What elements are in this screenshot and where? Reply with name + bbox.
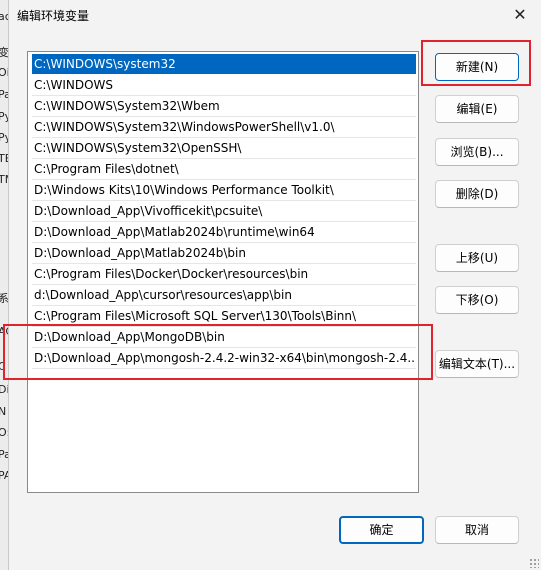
path-item[interactable]: C:\Program Files\dotnet\ <box>32 159 416 179</box>
row-divider <box>32 263 416 264</box>
bg-fragment: N <box>0 405 6 418</box>
resize-grip[interactable] <box>529 558 539 568</box>
path-item[interactable]: D:\Download_App\Matlab2024b\runtime\win6… <box>32 222 416 242</box>
browse-button[interactable]: 浏览(B)... <box>435 138 519 166</box>
row-divider <box>32 116 416 117</box>
close-icon[interactable]: ✕ <box>509 4 531 26</box>
row-divider <box>32 326 416 327</box>
ok-button[interactable]: 确定 <box>339 516 424 544</box>
edit-env-var-dialog: 编辑环境变量 ✕ C:\WINDOWS\system32 C:\WINDOWS … <box>3 0 541 570</box>
row-divider <box>32 284 416 285</box>
row-divider <box>32 368 416 369</box>
row-divider <box>32 347 416 348</box>
path-item[interactable]: C:\Program Files\Microsoft SQL Server\13… <box>32 306 416 326</box>
path-list[interactable]: C:\WINDOWS\system32 C:\WINDOWS C:\WINDOW… <box>27 51 419 493</box>
path-item[interactable]: D:\Download_App\mongosh-2.4.2-win32-x64\… <box>32 348 416 368</box>
path-item[interactable]: D:\Download_App\Matlab2024b\bin <box>32 243 416 263</box>
edit-text-button[interactable]: 编辑文本(T)... <box>435 350 519 378</box>
dialog-title: 编辑环境变量 <box>17 9 90 23</box>
path-item[interactable]: C:\WINDOWS\System32\Wbem <box>32 96 416 116</box>
bg-fragment: C <box>0 360 6 373</box>
row-divider <box>32 221 416 222</box>
path-item[interactable]: C:\WINDOWS <box>32 75 416 95</box>
path-item[interactable]: D:\Download_App\Vivofficekit\pcsuite\ <box>32 201 416 221</box>
row-divider <box>32 305 416 306</box>
new-button[interactable]: 新建(N) <box>435 53 519 81</box>
row-divider <box>32 137 416 138</box>
path-item[interactable]: D:\Windows Kits\10\Windows Performance T… <box>32 180 416 200</box>
path-item[interactable]: D:\Download_App\MongoDB\bin <box>32 327 416 347</box>
row-divider <box>32 158 416 159</box>
row-divider <box>32 242 416 243</box>
cancel-button[interactable]: 取消 <box>435 516 519 544</box>
delete-button[interactable]: 删除(D) <box>435 180 519 208</box>
path-item[interactable]: C:\Program Files\Docker\Docker\resources… <box>32 264 416 284</box>
edit-button[interactable]: 编辑(E) <box>435 95 519 123</box>
path-item[interactable]: d:\Download_App\cursor\resources\app\bin <box>32 285 416 305</box>
row-divider <box>32 200 416 201</box>
move-up-button[interactable]: 上移(U) <box>435 244 519 272</box>
row-divider <box>32 95 416 96</box>
row-divider <box>32 179 416 180</box>
path-item[interactable]: C:\WINDOWS\System32\OpenSSH\ <box>32 138 416 158</box>
title-bar[interactable]: 编辑环境变量 ✕ <box>9 0 541 30</box>
move-down-button[interactable]: 下移(O) <box>435 286 519 314</box>
path-item[interactable]: C:\WINDOWS\System32\WindowsPowerShell\v1… <box>32 117 416 137</box>
path-item[interactable]: C:\WINDOWS\system32 <box>32 54 416 74</box>
